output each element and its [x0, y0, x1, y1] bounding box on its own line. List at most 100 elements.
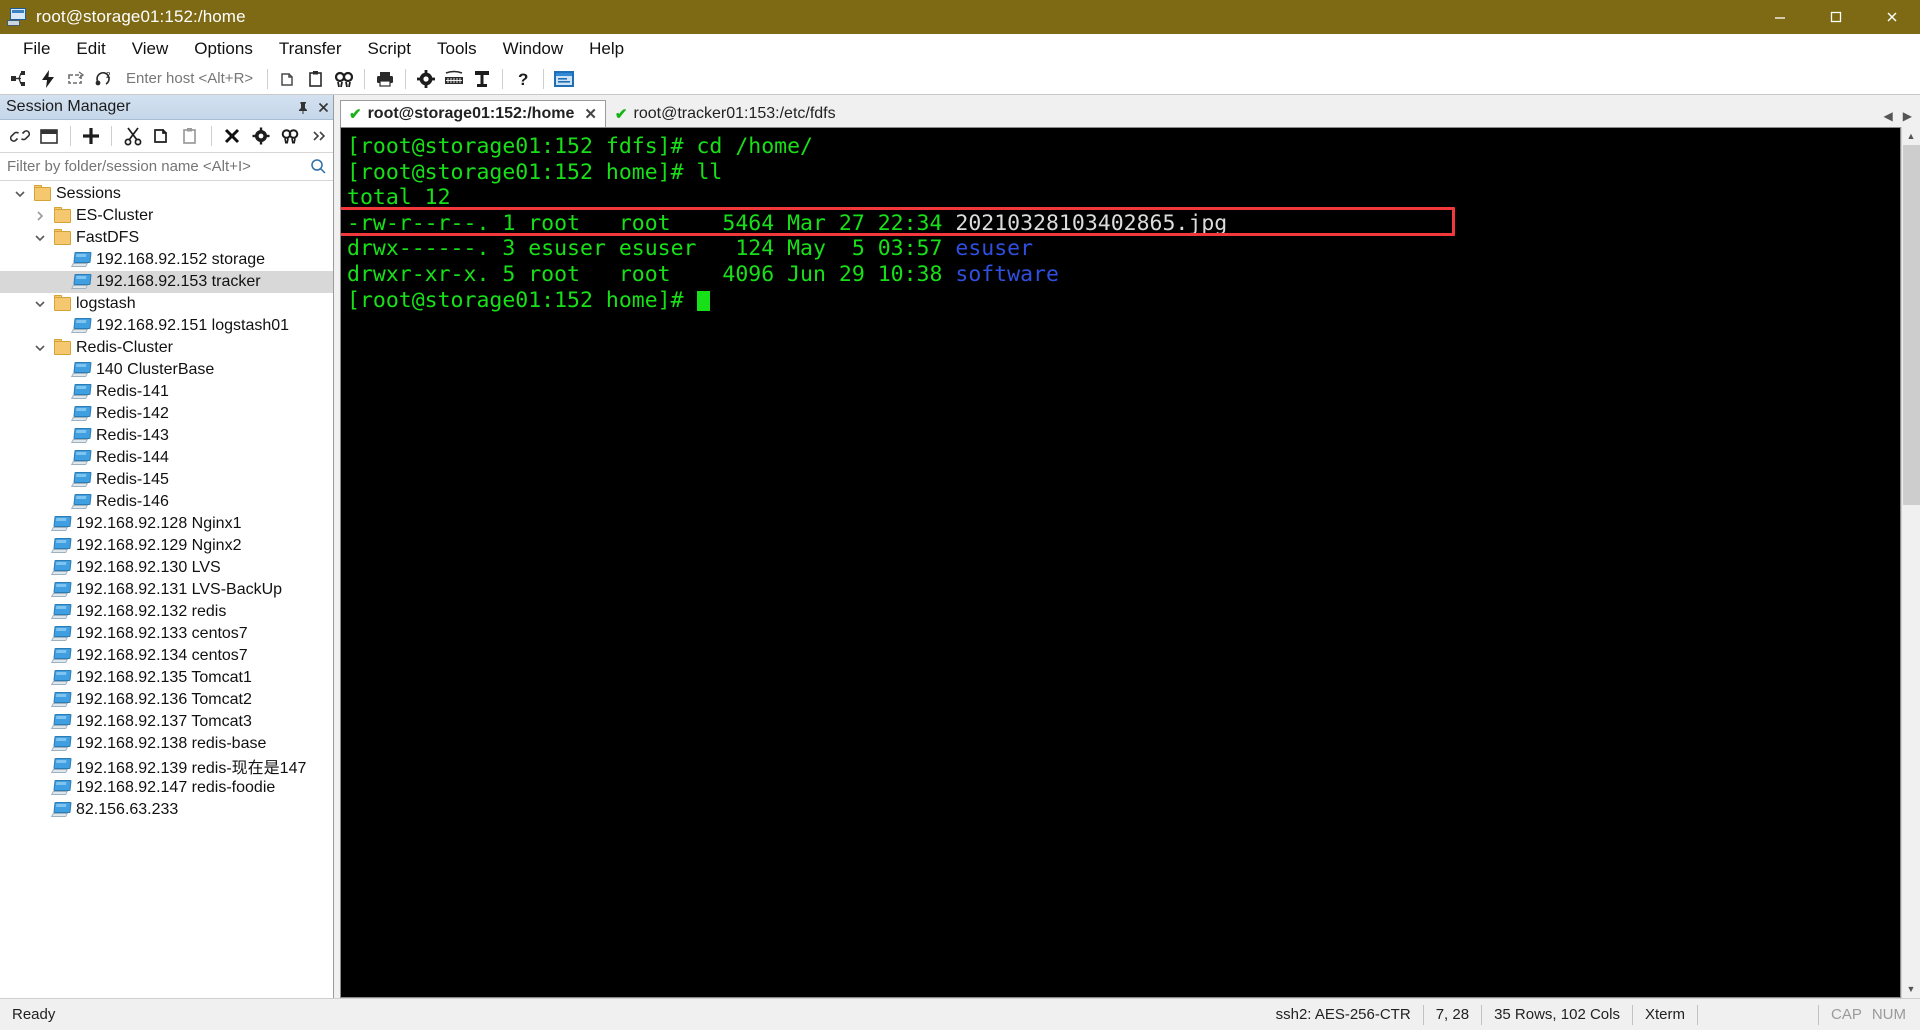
- tab-close-icon[interactable]: ✕: [584, 105, 597, 123]
- close-button[interactable]: [1864, 0, 1920, 34]
- close-icon[interactable]: [313, 97, 333, 117]
- session-tree-item[interactable]: 192.168.92.130 LVS: [0, 557, 333, 579]
- chevron-right-icon[interactable]: [30, 210, 50, 222]
- session-tree[interactable]: Sessions ES-Cluster FastDFS 192.168.92.152 …: [0, 181, 333, 998]
- session-computer-icon: [70, 428, 94, 444]
- session-tree-item[interactable]: Redis-144: [0, 447, 333, 469]
- scroll-down-icon[interactable]: ▼: [1901, 980, 1920, 998]
- menu-edit[interactable]: Edit: [63, 36, 118, 62]
- session-tree-item[interactable]: Redis-142: [0, 403, 333, 425]
- keymap-icon[interactable]: [440, 65, 468, 93]
- session-tree-item[interactable]: Redis-143: [0, 425, 333, 447]
- menu-help[interactable]: Help: [576, 36, 637, 62]
- session-tree-item[interactable]: 192.168.92.132 redis: [0, 601, 333, 623]
- settings-icon[interactable]: [412, 65, 440, 93]
- menu-options[interactable]: Options: [181, 36, 266, 62]
- session-filter-input[interactable]: [4, 157, 307, 176]
- session-tree-item[interactable]: logstash: [0, 293, 333, 315]
- quick-connect-icon[interactable]: [34, 65, 62, 93]
- help-icon[interactable]: ?: [509, 65, 537, 93]
- session-options-icon[interactable]: [468, 65, 496, 93]
- scrollbar-track[interactable]: [1901, 145, 1920, 980]
- copy-icon[interactable]: [147, 122, 176, 151]
- menu-tools[interactable]: Tools: [424, 36, 490, 62]
- tab-nav-right-icon[interactable]: ▶: [1903, 109, 1912, 123]
- session-tree-item[interactable]: Redis-Cluster: [0, 337, 333, 359]
- minimize-button[interactable]: [1752, 0, 1808, 34]
- session-tree-item[interactable]: 192.168.92.128 Nginx1: [0, 513, 333, 535]
- session-tree-item[interactable]: 192.168.92.147 redis-foodie: [0, 777, 333, 799]
- session-tree-item[interactable]: 192.168.92.137 Tomcat3: [0, 711, 333, 733]
- pin-icon[interactable]: [293, 97, 313, 117]
- terminal-tab[interactable]: ✔ root@storage01:152:/home ✕: [340, 100, 606, 127]
- session-tree-item[interactable]: Redis-146: [0, 491, 333, 513]
- search-icon[interactable]: [307, 158, 329, 175]
- cut-icon[interactable]: [118, 122, 147, 151]
- find-icon[interactable]: [275, 122, 304, 151]
- host-input[interactable]: Enter host <Alt+R>: [118, 70, 261, 87]
- terminal-segment: -rw-r--r--. 1 root root 5464 Mar 27 22:3…: [347, 210, 956, 236]
- session-tree-item[interactable]: 192.168.92.139 redis-现在是147: [0, 755, 333, 777]
- connect-link-icon[interactable]: [6, 122, 35, 151]
- terminal-line: total 12: [347, 185, 1900, 211]
- menu-transfer[interactable]: Transfer: [266, 36, 355, 62]
- session-tree-label: 192.168.92.136 Tomcat2: [76, 691, 252, 708]
- session-tree-item[interactable]: Sessions: [0, 183, 333, 205]
- tab-label: root@storage01:152:/home: [367, 105, 575, 122]
- tab-nav-left-icon[interactable]: ◀: [1884, 109, 1893, 123]
- status-ready: Ready: [12, 1006, 56, 1023]
- session-tree-item[interactable]: 82.156.63.233: [0, 799, 333, 821]
- terminal-scrollbar[interactable]: ▲ ▼: [1901, 127, 1920, 998]
- find-icon[interactable]: [330, 65, 358, 93]
- menu-script[interactable]: Script: [355, 36, 424, 62]
- chevron-down-icon[interactable]: [30, 298, 50, 310]
- session-tree-item[interactable]: 192.168.92.153 tracker: [0, 271, 333, 293]
- menu-window[interactable]: Window: [490, 36, 576, 62]
- reconnect-icon[interactable]: [62, 65, 90, 93]
- session-tree-item[interactable]: 192.168.92.135 Tomcat1: [0, 667, 333, 689]
- session-tree-item[interactable]: 192.168.92.133 centos7: [0, 623, 333, 645]
- session-tree-label: Redis-142: [96, 405, 169, 422]
- new-session-icon[interactable]: [77, 122, 106, 151]
- delete-icon[interactable]: [218, 122, 247, 151]
- terminal-screen[interactable]: [root@storage01:152 fdfs]# cd /home/[roo…: [340, 127, 1901, 998]
- session-manager-toolbar: [0, 120, 333, 153]
- session-tree-label: ES-Cluster: [76, 207, 154, 224]
- session-tree-item[interactable]: FastDFS: [0, 227, 333, 249]
- connect-in-tab-icon[interactable]: 2: [90, 65, 118, 93]
- print-icon[interactable]: [371, 65, 399, 93]
- session-tree-item[interactable]: Redis-145: [0, 469, 333, 491]
- chevron-down-icon[interactable]: [30, 232, 50, 244]
- session-tree-item[interactable]: ES-Cluster: [0, 205, 333, 227]
- terminal-area: ✔ root@storage01:152:/home ✕ ✔ root@tracker0…: [334, 95, 1920, 998]
- session-tree-item[interactable]: 192.168.92.151 logstash01: [0, 315, 333, 337]
- paste-icon[interactable]: [302, 65, 330, 93]
- tab-nav-buttons[interactable]: ◀ ▶: [1884, 109, 1912, 123]
- session-tree-item[interactable]: 192.168.92.129 Nginx2: [0, 535, 333, 557]
- scroll-up-icon[interactable]: ▲: [1901, 127, 1920, 145]
- connect-icon[interactable]: [6, 65, 34, 93]
- session-tree-item[interactable]: 140 ClusterBase: [0, 359, 333, 381]
- session-tree-item[interactable]: 192.168.92.152 storage: [0, 249, 333, 271]
- paste-icon[interactable]: [176, 122, 205, 151]
- toolbar-divider-4: [502, 68, 504, 89]
- new-window-icon[interactable]: [35, 122, 64, 151]
- session-tree-item[interactable]: 192.168.92.136 Tomcat2: [0, 689, 333, 711]
- overflow-icon[interactable]: [304, 122, 333, 151]
- log-session-icon[interactable]: [550, 65, 578, 93]
- menu-view[interactable]: View: [119, 36, 182, 62]
- chevron-down-icon[interactable]: [10, 188, 30, 200]
- terminal-tab[interactable]: ✔ root@tracker01:153:/etc/fdfs: [605, 100, 845, 127]
- session-tree-item[interactable]: 192.168.92.131 LVS-BackUp: [0, 579, 333, 601]
- chevron-down-icon[interactable]: [30, 342, 50, 354]
- properties-icon[interactable]: [247, 122, 276, 151]
- maximize-button[interactable]: [1808, 0, 1864, 34]
- main-body: Session Manager Filter by folder/session…: [0, 95, 1920, 998]
- copy-icon[interactable]: [274, 65, 302, 93]
- scrollbar-thumb[interactable]: [1902, 145, 1920, 505]
- session-tree-item[interactable]: Redis-141: [0, 381, 333, 403]
- session-tree-item[interactable]: 192.168.92.138 redis-base: [0, 733, 333, 755]
- menu-file[interactable]: File: [10, 36, 63, 62]
- terminal-tabstrip[interactable]: ✔ root@storage01:152:/home ✕ ✔ root@tracker0…: [334, 95, 1920, 127]
- session-tree-item[interactable]: 192.168.92.134 centos7: [0, 645, 333, 667]
